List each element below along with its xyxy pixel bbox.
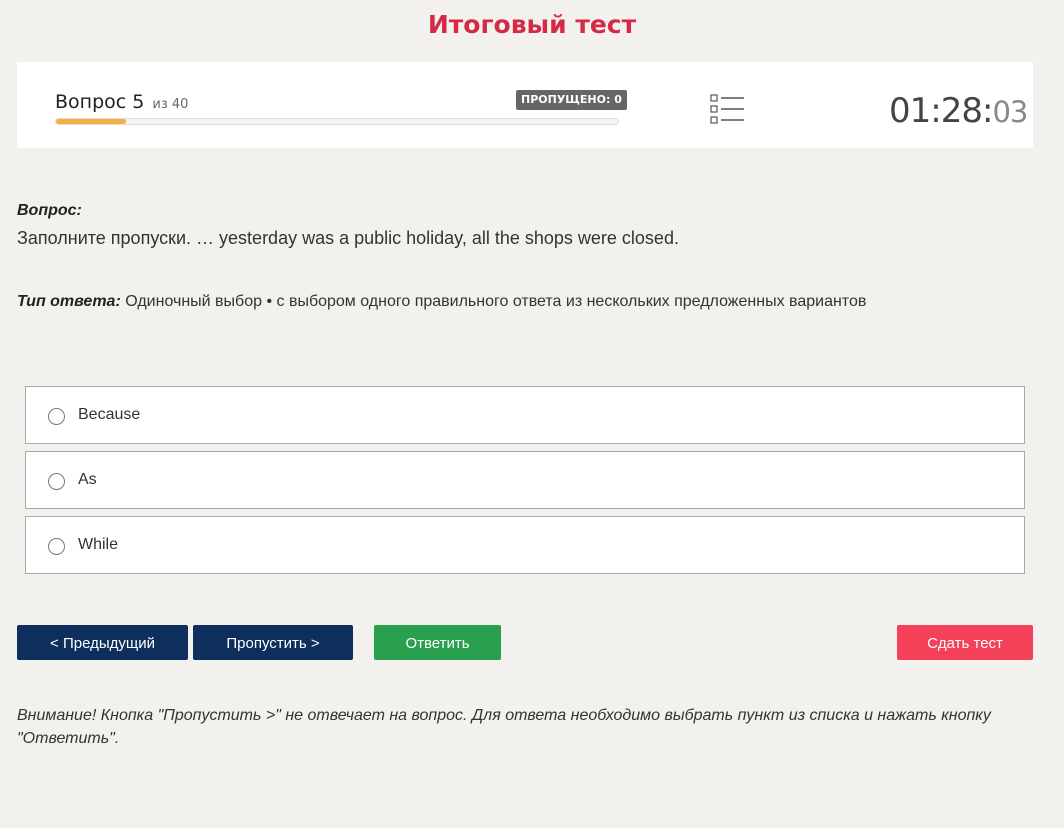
- timer: 01:28:03: [889, 91, 1028, 131]
- question-heading: Вопрос:: [17, 202, 82, 219]
- answer-type-value: Одиночный выбор • с выбором одного прави…: [125, 293, 867, 310]
- answer-button[interactable]: Ответить: [374, 625, 501, 660]
- answer-option-label: As: [78, 471, 97, 488]
- answer-type-label: Тип ответа:: [17, 293, 121, 310]
- radio-button[interactable]: [48, 538, 65, 555]
- question-total: из 40: [152, 97, 189, 112]
- answer-type: Тип ответа: Одиночный выбор • с выбором …: [17, 293, 866, 311]
- skipped-badge: ПРОПУЩЕНО: 0: [516, 90, 627, 110]
- question-counter: Вопрос 5 из 40: [55, 91, 188, 113]
- submit-test-button[interactable]: Сдать тест: [897, 625, 1033, 660]
- notice-text: Внимание! Кнопка "Пропустить >" не отвеч…: [17, 707, 991, 747]
- page-title: Итоговый тест: [427, 10, 637, 39]
- progress-bar-fill: [56, 119, 127, 124]
- question-number: Вопрос 5: [55, 91, 145, 113]
- skip-button[interactable]: Пропустить >: [193, 625, 353, 660]
- timer-main: 01:28:: [889, 91, 993, 131]
- question-list-icon[interactable]: [710, 93, 746, 125]
- answer-option-label: While: [78, 536, 119, 553]
- answer-option[interactable]: While: [25, 516, 1025, 574]
- test-status-panel: Вопрос 5 из 40 ПРОПУЩЕНО: 0 01:28:03: [17, 62, 1033, 148]
- answer-option-label: Because: [78, 406, 141, 423]
- timer-seconds: 03: [992, 95, 1028, 129]
- radio-button[interactable]: [48, 473, 65, 490]
- answer-option[interactable]: As: [25, 451, 1025, 509]
- radio-button[interactable]: [48, 408, 65, 425]
- answer-option[interactable]: Because: [25, 386, 1025, 444]
- previous-button[interactable]: < Предыдущий: [17, 625, 188, 660]
- list-icon: [710, 94, 744, 124]
- question-text: Заполните пропуски. … yesterday was a pu…: [17, 228, 679, 248]
- progress-bar: [55, 118, 619, 125]
